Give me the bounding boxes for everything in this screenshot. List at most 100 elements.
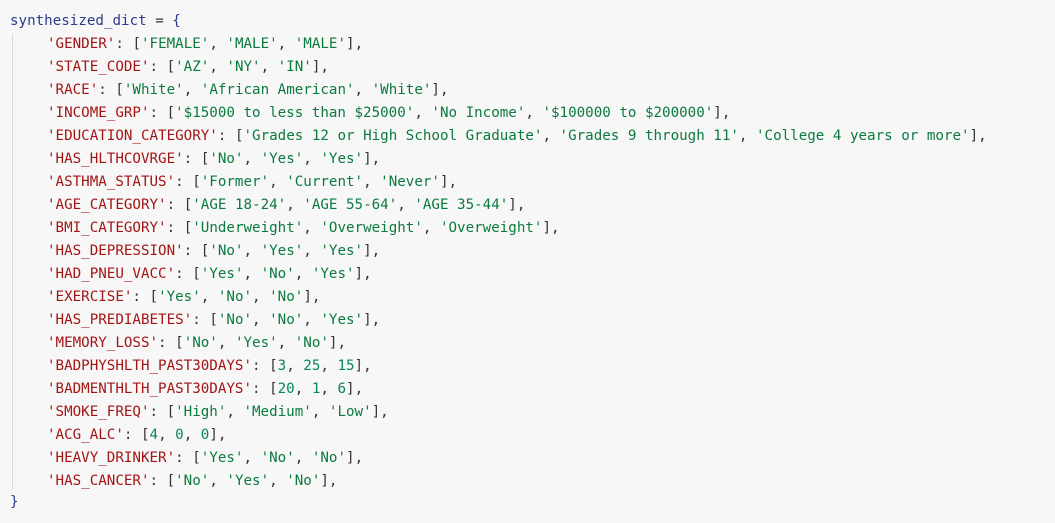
- dict-entry: 'ACG_ALC': [4, 0, 0],: [10, 424, 226, 447]
- dict-key: 'SMOKE_FREQ': [47, 404, 150, 420]
- dict-value: ['No', 'No', 'Yes']: [209, 312, 372, 328]
- dict-value: [3, 25, 15]: [269, 358, 364, 374]
- dict-key: 'HAS_DEPRESSION': [47, 243, 184, 259]
- close-brace: }: [10, 494, 19, 510]
- comma: ,: [371, 243, 381, 259]
- comma: ,: [448, 174, 458, 190]
- colon: :: [252, 381, 270, 397]
- dict-key: 'HEAVY_DRINKER': [47, 450, 176, 466]
- dict-key: 'HAS_CANCER': [47, 473, 150, 489]
- dict-entry: 'INCOME_GRP': ['$15000 to less than $250…: [10, 102, 730, 125]
- dict-value: ['No', 'Yes', 'No']: [166, 473, 329, 489]
- dict-key: 'AGE_CATEGORY': [47, 197, 167, 213]
- dict-value: ['FEMALE', 'MALE', 'MALE']: [132, 36, 355, 52]
- colon: :: [192, 312, 210, 328]
- dict-entry: 'HAS_DEPRESSION': ['No', 'Yes', 'Yes'],: [10, 240, 380, 263]
- colon: :: [149, 404, 167, 420]
- dict-entry: 'HEAVY_DRINKER': ['Yes', 'No', 'No'],: [10, 447, 363, 470]
- colon: :: [123, 427, 141, 443]
- comma: ,: [328, 473, 338, 489]
- colon: :: [149, 473, 167, 489]
- dict-key: 'STATE_CODE': [47, 59, 150, 75]
- dict-entry: 'SMOKE_FREQ': ['High', 'Medium', 'Low'],: [10, 401, 389, 424]
- dict-value: ['AGE 18-24', 'AGE 55-64', 'AGE 35-44']: [183, 197, 517, 213]
- dict-entry: 'HAS_CANCER': ['No', 'Yes', 'No'],: [10, 470, 337, 493]
- dict-key: 'EXERCISE': [47, 289, 133, 305]
- dict-entry: 'ASTHMA_STATUS': ['Former', 'Current', '…: [10, 171, 457, 194]
- dict-value: ['No', 'Yes', 'Yes']: [200, 243, 372, 259]
- dict-entry: 'HAD_PNEU_VACC': ['Yes', 'No', 'Yes'],: [10, 263, 372, 286]
- dict-key: 'MEMORY_LOSS': [47, 335, 159, 351]
- dict-entry: 'EXERCISE': ['Yes', 'No', 'No'],: [10, 286, 320, 309]
- dict-value: ['Yes', 'No', 'No']: [149, 289, 312, 305]
- dict-entry: 'HAS_PREDIABETES': ['No', 'No', 'Yes'],: [10, 309, 380, 332]
- code-line-header: synthesized_dict = {: [10, 10, 181, 33]
- colon: :: [183, 243, 201, 259]
- dict-value: ['AZ', 'NY', 'IN']: [166, 59, 321, 75]
- colon: :: [175, 174, 193, 190]
- dict-entry: 'STATE_CODE': ['AZ', 'NY', 'IN'],: [10, 56, 329, 79]
- dict-value: [20, 1, 6]: [269, 381, 355, 397]
- colon: :: [252, 358, 270, 374]
- dict-key: 'GENDER': [47, 36, 116, 52]
- dict-entry: 'EDUCATION_CATEGORY': ['Grades 12 or Hig…: [10, 125, 987, 148]
- dict-key: 'ACG_ALC': [47, 427, 124, 443]
- dict-key: 'INCOME_GRP': [47, 105, 150, 121]
- dict-key: 'ASTHMA_STATUS': [47, 174, 176, 190]
- code-line-footer: }: [10, 491, 19, 514]
- dict-value: ['Yes', 'No', 'Yes']: [192, 266, 364, 282]
- dict-value: ['No', 'Yes', 'No']: [175, 335, 338, 351]
- comma: ,: [371, 151, 381, 167]
- dict-value: [4, 0, 0]: [140, 427, 218, 443]
- comma: ,: [363, 266, 372, 282]
- dict-entry: 'BADMENTHLTH_PAST30DAYS': [20, 1, 6],: [10, 378, 363, 401]
- dict-value: ['Former', 'Current', 'Never']: [192, 174, 449, 190]
- dict-key: 'RACE': [47, 82, 99, 98]
- dict-value: ['White', 'African American', 'White']: [115, 82, 440, 98]
- dict-key: 'HAS_HLTHCOVRGE': [47, 151, 184, 167]
- colon: :: [149, 59, 167, 75]
- dict-entry: 'BMI_CATEGORY': ['Underweight', 'Overwei…: [10, 217, 560, 240]
- dict-entry: 'AGE_CATEGORY': ['AGE 18-24', 'AGE 55-64…: [10, 194, 525, 217]
- comma: ,: [380, 404, 389, 420]
- open-brace: {: [172, 13, 181, 29]
- comma: ,: [551, 220, 560, 236]
- colon: :: [98, 82, 116, 98]
- colon: :: [217, 128, 235, 144]
- comma: ,: [311, 289, 321, 305]
- comma: ,: [354, 450, 364, 466]
- comma: ,: [354, 36, 364, 52]
- dict-key: 'BADMENTHLTH_PAST30DAYS': [47, 381, 252, 397]
- dict-key: 'BMI_CATEGORY': [47, 220, 167, 236]
- colon: :: [149, 105, 167, 121]
- dict-value: ['Yes', 'No', 'No']: [192, 450, 355, 466]
- colon: :: [175, 450, 193, 466]
- dict-value: ['No', 'Yes', 'Yes']: [200, 151, 372, 167]
- colon: :: [115, 36, 133, 52]
- colon: :: [166, 197, 184, 213]
- colon: :: [158, 335, 176, 351]
- dict-value: ['Grades 12 or High School Graduate', 'G…: [234, 128, 979, 144]
- comma: ,: [217, 427, 227, 443]
- dict-key: 'EDUCATION_CATEGORY': [47, 128, 218, 144]
- colon: :: [132, 289, 150, 305]
- colon: :: [183, 151, 201, 167]
- dict-key: 'HAD_PNEU_VACC': [47, 266, 176, 282]
- variable-name: synthesized_dict: [10, 13, 147, 29]
- comma: ,: [363, 358, 372, 374]
- comma: ,: [516, 197, 526, 213]
- comma: ,: [978, 128, 987, 144]
- dict-entry: 'MEMORY_LOSS': ['No', 'Yes', 'No'],: [10, 332, 346, 355]
- dict-entry: 'HAS_HLTHCOVRGE': ['No', 'Yes', 'Yes'],: [10, 148, 380, 171]
- colon: :: [175, 266, 193, 282]
- dict-entry: 'RACE': ['White', 'African American', 'W…: [10, 79, 449, 102]
- comma: ,: [439, 82, 449, 98]
- dict-value: ['$15000 to less than $25000', 'No Incom…: [166, 105, 722, 121]
- dict-entry: 'GENDER': ['FEMALE', 'MALE', 'MALE'],: [10, 33, 363, 56]
- dict-key: 'HAS_PREDIABETES': [47, 312, 193, 328]
- dict-key: 'BADPHYSHLTH_PAST30DAYS': [47, 358, 252, 374]
- code-block: synthesized_dict = { 'GENDER': ['FEMALE'…: [0, 0, 1055, 523]
- dict-entry: 'BADPHYSHLTH_PAST30DAYS': [3, 25, 15],: [10, 355, 372, 378]
- dict-value: ['High', 'Medium', 'Low']: [166, 404, 381, 420]
- comma: ,: [320, 59, 329, 75]
